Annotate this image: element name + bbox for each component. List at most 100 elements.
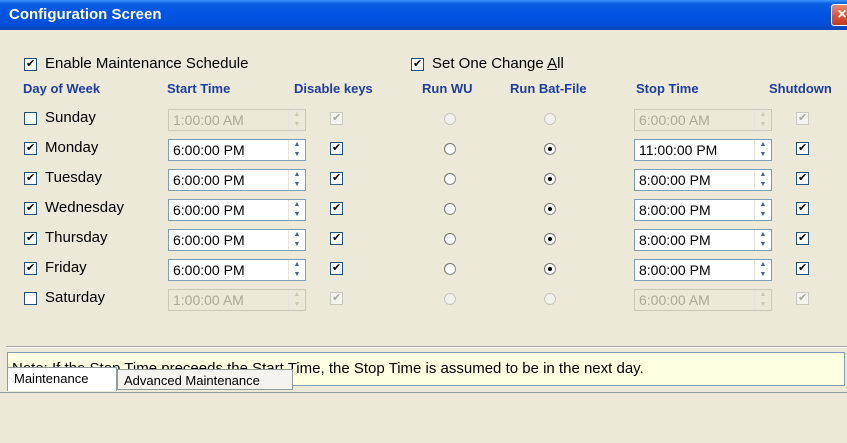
shutdown-checkbox-saturday[interactable]: ✔	[796, 292, 809, 305]
spin-down-icon[interactable]: ▼	[754, 210, 771, 220]
start-time-spinner[interactable]: ▲ ▼	[288, 200, 305, 220]
run-bat-file-radio-wednesday[interactable]	[544, 203, 556, 215]
run-wu-radio-thursday[interactable]	[444, 233, 456, 245]
spin-up-icon[interactable]: ▲	[288, 230, 305, 240]
spin-down-icon[interactable]: ▼	[754, 270, 771, 280]
spin-down-icon[interactable]: ▼	[288, 180, 305, 190]
spin-up-icon[interactable]: ▲	[754, 140, 771, 150]
spin-up-icon[interactable]: ▲	[288, 170, 305, 180]
run-bat-file-radio-thursday[interactable]	[544, 233, 556, 245]
spin-up-icon[interactable]: ▲	[754, 230, 771, 240]
stop-time-field-monday[interactable]: 11:00:00 PM ▲ ▼	[634, 139, 772, 161]
start-time-field-tuesday[interactable]: 6:00:00 PM ▲ ▼	[168, 169, 306, 191]
stop-time-field-thursday[interactable]: 8:00:00 PM ▲ ▼	[634, 229, 772, 251]
stop-time-spinner[interactable]: ▲ ▼	[754, 200, 771, 220]
tab-advanced-maintenance[interactable]: Advanced Maintenance	[117, 369, 293, 390]
run-wu-radio-monday[interactable]	[444, 143, 456, 155]
run-bat-file-radio-monday[interactable]	[544, 143, 556, 155]
day-enable-checkbox-tuesday[interactable]: ✔	[24, 172, 37, 185]
start-time-field-thursday[interactable]: 6:00:00 PM ▲ ▼	[168, 229, 306, 251]
tab-maintenance[interactable]: Maintenance	[7, 367, 117, 391]
disable-keys-checkbox-tuesday[interactable]: ✔	[330, 172, 343, 185]
run-wu-radio-friday[interactable]	[444, 263, 456, 275]
stop-time-field-friday[interactable]: 8:00:00 PM ▲ ▼	[634, 259, 772, 281]
spin-down-icon[interactable]: ▼	[288, 120, 305, 130]
run-wu-radio-tuesday[interactable]	[444, 173, 456, 185]
spin-up-icon[interactable]: ▲	[754, 200, 771, 210]
spin-up-icon[interactable]: ▲	[288, 140, 305, 150]
shutdown-checkbox-monday[interactable]: ✔	[796, 142, 809, 155]
spin-up-icon[interactable]: ▲	[754, 110, 771, 120]
start-time-spinner[interactable]: ▲ ▼	[288, 110, 305, 130]
spin-down-icon[interactable]: ▼	[288, 300, 305, 310]
shutdown-checkbox-thursday[interactable]: ✔	[796, 232, 809, 245]
spin-up-icon[interactable]: ▲	[754, 260, 771, 270]
start-time-field-monday[interactable]: 6:00:00 PM ▲ ▼	[168, 139, 306, 161]
close-button[interactable]: ×	[831, 4, 847, 26]
stop-time-value: 11:00:00 PM	[639, 142, 718, 158]
day-enable-checkbox-thursday[interactable]: ✔	[24, 232, 37, 245]
shutdown-checkbox-tuesday[interactable]: ✔	[796, 172, 809, 185]
run-wu-radio-wednesday[interactable]	[444, 203, 456, 215]
stop-time-spinner[interactable]: ▲ ▼	[754, 170, 771, 190]
stop-time-spinner[interactable]: ▲ ▼	[754, 140, 771, 160]
spin-down-icon[interactable]: ▼	[288, 150, 305, 160]
spin-down-icon[interactable]: ▼	[288, 270, 305, 280]
spin-down-icon[interactable]: ▼	[288, 210, 305, 220]
day-enable-checkbox-monday[interactable]: ✔	[24, 142, 37, 155]
shutdown-checkbox-sunday[interactable]: ✔	[796, 112, 809, 125]
run-bat-file-radio-sunday[interactable]	[544, 113, 556, 125]
day-enable-checkbox-saturday[interactable]	[24, 292, 37, 305]
run-bat-file-radio-saturday[interactable]	[544, 293, 556, 305]
run-bat-file-radio-tuesday[interactable]	[544, 173, 556, 185]
start-time-spinner[interactable]: ▲ ▼	[288, 170, 305, 190]
run-bat-file-radio-friday[interactable]	[544, 263, 556, 275]
spin-down-icon[interactable]: ▼	[754, 180, 771, 190]
enable-maintenance-schedule-checkbox[interactable]: ✔	[24, 58, 37, 71]
stop-time-spinner[interactable]: ▲ ▼	[754, 110, 771, 130]
spin-up-icon[interactable]: ▲	[288, 110, 305, 120]
disable-keys-checkbox-wednesday[interactable]: ✔	[330, 202, 343, 215]
disable-keys-checkbox-saturday[interactable]: ✔	[330, 292, 343, 305]
spin-down-icon[interactable]: ▼	[754, 300, 771, 310]
stop-time-spinner[interactable]: ▲ ▼	[754, 230, 771, 250]
check-icon: ✔	[26, 172, 36, 184]
stop-time-field-saturday[interactable]: 6:00:00 AM ▲ ▼	[634, 289, 772, 311]
disable-keys-checkbox-friday[interactable]: ✔	[330, 262, 343, 275]
day-enable-checkbox-friday[interactable]: ✔	[24, 262, 37, 275]
spin-up-icon[interactable]: ▲	[288, 200, 305, 210]
spin-down-icon[interactable]: ▼	[288, 240, 305, 250]
start-time-value: 6:00:00 PM	[173, 202, 245, 218]
spin-up-icon[interactable]: ▲	[288, 290, 305, 300]
spin-down-icon[interactable]: ▼	[754, 150, 771, 160]
set-one-change-all-checkbox[interactable]: ✔	[411, 58, 424, 71]
start-time-field-saturday[interactable]: 1:00:00 AM ▲ ▼	[168, 289, 306, 311]
run-wu-radio-saturday[interactable]	[444, 293, 456, 305]
start-time-spinner[interactable]: ▲ ▼	[288, 260, 305, 280]
shutdown-checkbox-wednesday[interactable]: ✔	[796, 202, 809, 215]
stop-time-field-sunday[interactable]: 6:00:00 AM ▲ ▼	[634, 109, 772, 131]
start-time-spinner[interactable]: ▲ ▼	[288, 290, 305, 310]
run-wu-radio-sunday[interactable]	[444, 113, 456, 125]
start-time-spinner[interactable]: ▲ ▼	[288, 140, 305, 160]
disable-keys-checkbox-sunday[interactable]: ✔	[330, 112, 343, 125]
disable-keys-checkbox-thursday[interactable]: ✔	[330, 232, 343, 245]
spin-down-icon[interactable]: ▼	[754, 120, 771, 130]
day-enable-checkbox-sunday[interactable]	[24, 112, 37, 125]
day-enable-checkbox-wednesday[interactable]: ✔	[24, 202, 37, 215]
start-time-field-sunday[interactable]: 1:00:00 AM ▲ ▼	[168, 109, 306, 131]
shutdown-checkbox-friday[interactable]: ✔	[796, 262, 809, 275]
spin-up-icon[interactable]: ▲	[754, 170, 771, 180]
start-time-field-wednesday[interactable]: 6:00:00 PM ▲ ▼	[168, 199, 306, 221]
start-time-spinner[interactable]: ▲ ▼	[288, 230, 305, 250]
stop-time-field-tuesday[interactable]: 8:00:00 PM ▲ ▼	[634, 169, 772, 191]
stop-time-spinner[interactable]: ▲ ▼	[754, 290, 771, 310]
spin-up-icon[interactable]: ▲	[288, 260, 305, 270]
stop-time-spinner[interactable]: ▲ ▼	[754, 260, 771, 280]
disable-keys-checkbox-monday[interactable]: ✔	[330, 142, 343, 155]
stop-time-field-wednesday[interactable]: 8:00:00 PM ▲ ▼	[634, 199, 772, 221]
start-time-field-friday[interactable]: 6:00:00 PM ▲ ▼	[168, 259, 306, 281]
spin-up-icon[interactable]: ▲	[754, 290, 771, 300]
spin-down-icon[interactable]: ▼	[754, 240, 771, 250]
check-icon: ✔	[332, 202, 342, 214]
